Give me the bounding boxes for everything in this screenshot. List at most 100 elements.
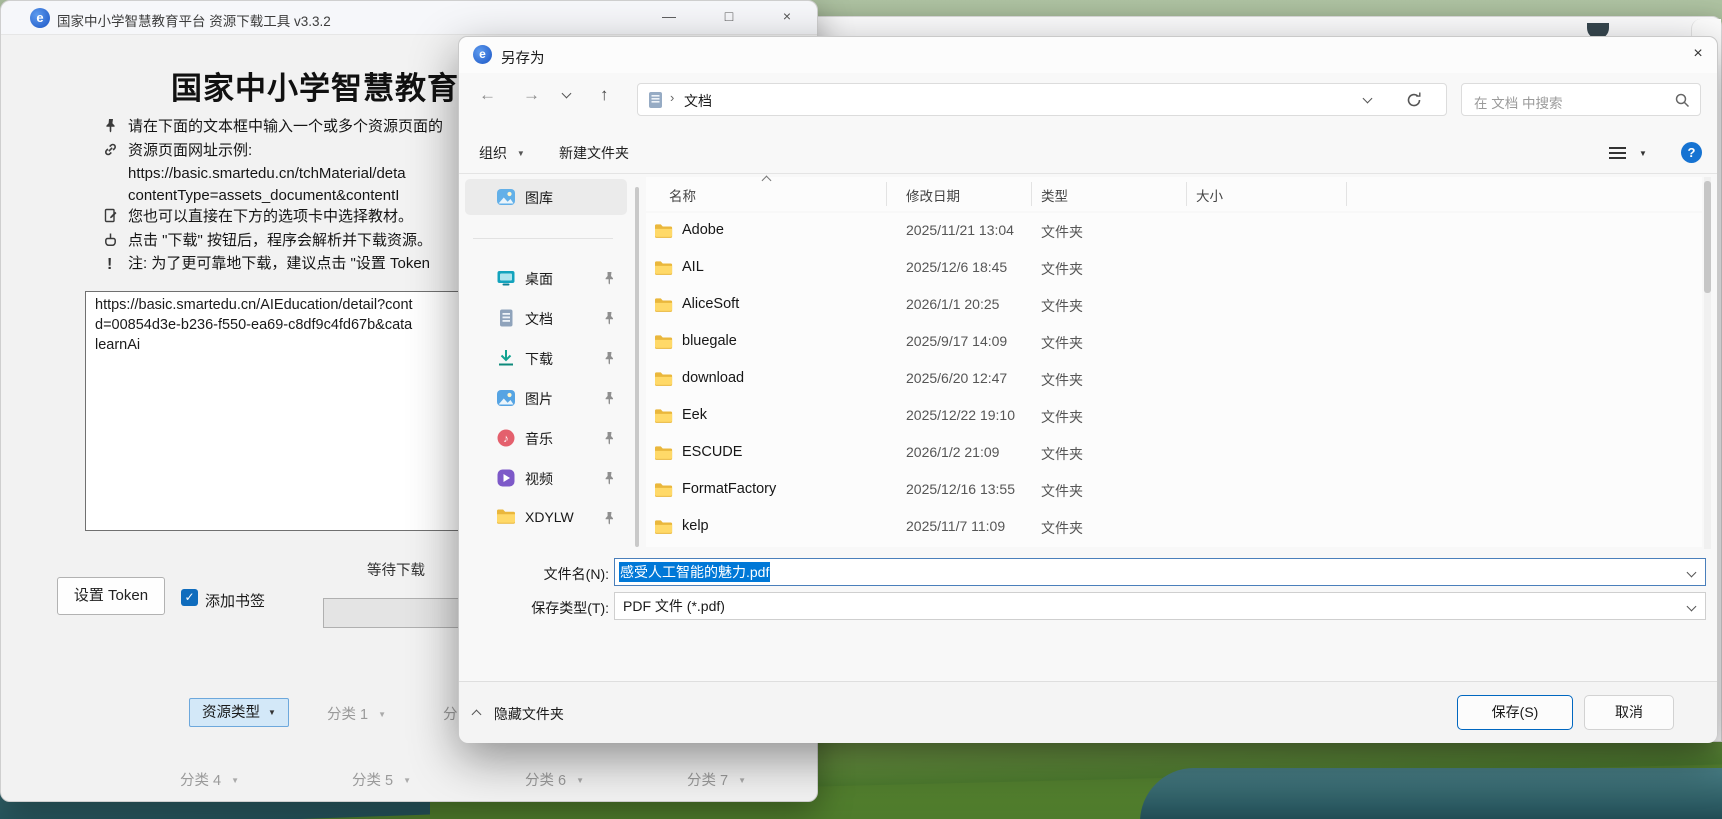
pin-icon [603,391,615,410]
category-6-dropdown[interactable]: 分类 6▼ [525,769,584,790]
filename-input[interactable]: 感受人工智能的魅力.pdf [614,558,1706,586]
pin-icon [603,351,615,370]
sidebar-item-pictures[interactable]: 图片 [465,380,627,416]
table-row[interactable]: download2025/6/20 12:47文件夹 [646,361,1702,398]
column-header-size[interactable]: 大小 [1196,185,1223,205]
table-row[interactable]: bluegale2025/9/17 14:09文件夹 [646,324,1702,361]
desktop: e 国家中小学智慧教育平台 资源下载工具 v3.3.2 — □ × 国家中小学智… [0,0,1722,819]
wallpaper-water-right [1140,768,1722,819]
back-button[interactable]: ← [479,85,496,105]
category-4-dropdown[interactable]: 分类 4▼ [180,769,239,790]
search-placeholder: 在 文档 中搜索 [1474,92,1563,112]
sort-ascending-icon [762,176,772,186]
folder-icon [654,260,673,276]
sidebar-item-gallery[interactable]: 图库 [465,179,627,215]
list-scrollbar[interactable] [1704,177,1711,549]
savetype-select[interactable]: PDF 文件 (*.pdf) [614,592,1706,620]
dialog-titlebar: e 另存为 × [459,37,1717,73]
savetype-dropdown-chevron-icon[interactable] [1687,602,1697,612]
sidebar-item-videos[interactable]: 视频 [465,460,627,496]
link-icon [103,141,128,164]
chevron-down-icon: ▼ [403,776,411,785]
set-token-button[interactable]: 设置 Token [57,577,165,615]
forward-button[interactable]: → [523,85,540,105]
breadcrumb[interactable]: 文档 [684,91,712,111]
chevron-down-icon: ▼ [268,708,276,717]
column-header-type[interactable]: 类型 [1041,185,1068,205]
refresh-icon[interactable] [1404,90,1424,110]
table-row[interactable]: ESCUDE2026/1/2 21:09文件夹 [646,435,1702,472]
category-1-dropdown[interactable]: 分类 1▼ [327,703,386,724]
folder-icon [654,519,673,535]
filename-dropdown-chevron-icon[interactable] [1687,568,1697,578]
download-status-label: 等待下载 [367,559,425,580]
add-bookmark-checkbox[interactable]: ✓ [181,589,198,606]
chevron-down-icon: ▼ [517,149,525,158]
desktop-icon [496,268,516,293]
column-header-date[interactable]: 修改日期 [906,185,960,205]
new-folder-button[interactable]: 新建文件夹 [559,143,629,163]
folder-icon [654,371,673,387]
chevron-up-icon [472,710,482,720]
minimize-button[interactable]: — [653,8,685,24]
view-mode-icon[interactable] [1609,147,1626,160]
sidebar-item-xdylw[interactable]: XDYLW [465,500,627,536]
sidebar-item-music[interactable]: ♪ 音乐 [465,420,627,456]
document-icon [648,91,664,109]
address-bar[interactable]: › 文档 [637,83,1447,116]
table-row[interactable]: Adobe2025/11/21 13:04文件夹 [646,213,1702,250]
save-button[interactable]: 保存(S) [1457,695,1573,730]
resource-type-dropdown[interactable]: 资源类型▼ [189,698,289,727]
exclamation-icon: ! [103,254,128,276]
folder-icon [654,297,673,313]
pin-icon [603,471,615,490]
pin-icon [603,431,615,450]
category-7-dropdown[interactable]: 分类 7▼ [687,769,746,790]
cancel-button[interactable]: 取消 [1584,695,1674,730]
table-row[interactable]: AliceSoft2026/1/1 20:25文件夹 [646,287,1702,324]
filename-selected-text: 感受人工智能的魅力.pdf [619,562,770,582]
music-icon: ♪ [496,428,516,453]
pictures-icon [496,388,516,413]
svg-text:♪: ♪ [503,433,509,445]
table-row[interactable]: AIL2025/12/6 18:45文件夹 [646,250,1702,287]
chevron-down-icon: ▼ [231,776,239,785]
close-icon[interactable]: × [1683,45,1713,67]
list-header: 名称 修改日期 类型 大小 [646,177,1702,211]
app-logo-icon: e [30,8,50,28]
folder-icon [654,445,673,461]
up-button[interactable]: ↑ [600,85,609,105]
maximize-button[interactable]: □ [713,8,745,24]
category-5-dropdown[interactable]: 分类 5▼ [352,769,411,790]
address-dropdown-chevron-icon[interactable] [1363,94,1373,104]
gallery-icon [496,187,516,212]
folder-icon [654,223,673,239]
folder-icon [654,408,673,424]
chevron-down-icon: ▼ [738,776,746,785]
savetype-label: 保存类型(T): [459,598,609,618]
pin-icon [603,311,615,330]
scrollbar-thumb[interactable] [1704,181,1711,293]
sidebar-item-downloads[interactable]: 下载 [465,340,627,376]
sidebar-item-documents[interactable]: 文档 [465,300,627,336]
organize-menu[interactable]: 组织 ▼ [479,143,525,163]
sidebar-item-desktop[interactable]: 桌面 [465,260,627,296]
column-header-name[interactable]: 名称 [669,185,696,205]
search-icon [1674,92,1691,109]
app-window-title: 国家中小学智慧教育平台 资源下载工具 v3.3.2 [57,10,331,30]
close-button[interactable]: × [771,8,803,24]
search-input[interactable]: 在 文档 中搜索 [1461,83,1701,116]
documents-icon [496,308,516,333]
sidebar-scrollbar[interactable] [635,187,639,547]
recent-locations-chevron-icon[interactable] [562,89,572,99]
table-row[interactable]: kelp2025/11/7 11:09文件夹 [646,509,1702,546]
view-mode-chevron-icon[interactable]: ▼ [1639,149,1647,158]
help-button[interactable]: ? [1681,142,1702,163]
table-row[interactable]: Eek2025/12/22 19:10文件夹 [646,398,1702,435]
folder-icon [654,334,673,350]
folder-icon [654,482,673,498]
hide-folders-button[interactable]: 隐藏文件夹 [473,704,564,724]
document-edit-icon [103,207,128,230]
table-row[interactable]: FormatFactory2025/12/16 13:55文件夹 [646,472,1702,509]
toolbar-separator [459,173,1717,174]
